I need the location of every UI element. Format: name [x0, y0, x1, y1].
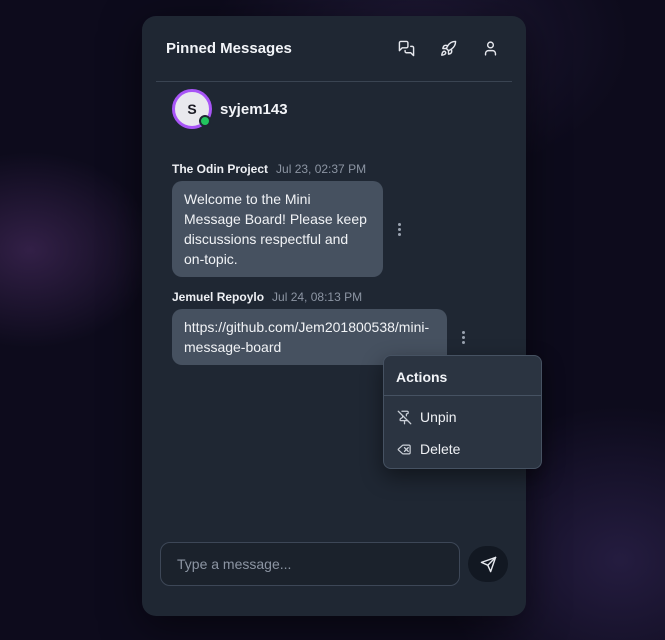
- message-author: Jemuel Repoylo: [172, 290, 265, 304]
- online-status-dot: [199, 115, 211, 127]
- delete-icon: [396, 441, 412, 457]
- message-item: Jemuel Repoylo Jul 24, 08:13 PM https://…: [172, 290, 496, 365]
- current-user: S syjem143: [172, 89, 288, 129]
- message-input[interactable]: [160, 542, 460, 586]
- delete-menu-item[interactable]: Delete: [384, 433, 541, 465]
- avatar-initial: S: [187, 101, 197, 117]
- header-actions: [396, 39, 500, 59]
- unpin-label: Unpin: [420, 409, 457, 425]
- pinned-messages-panel: Pinned Messages S syjem143 The Odin Proj…: [142, 16, 526, 616]
- message-composer: [160, 542, 508, 586]
- messages-icon[interactable]: [396, 39, 416, 59]
- more-options-icon[interactable]: [459, 329, 467, 345]
- page-title: Pinned Messages: [166, 40, 292, 57]
- message-timestamp: Jul 23, 02:37 PM: [276, 162, 367, 176]
- avatar[interactable]: S: [172, 89, 212, 129]
- panel-header: Pinned Messages: [156, 16, 512, 82]
- message-timestamp: Jul 24, 08:13 PM: [272, 290, 363, 304]
- message-meta: Jemuel Repoylo Jul 24, 08:13 PM: [172, 290, 496, 304]
- message-list: The Odin Project Jul 23, 02:37 PM Welcom…: [172, 162, 496, 378]
- send-icon: [480, 556, 496, 572]
- message-item: The Odin Project Jul 23, 02:37 PM Welcom…: [172, 162, 496, 277]
- send-button[interactable]: [468, 546, 508, 582]
- message-bubble: Welcome to the Mini Message Board! Pleas…: [172, 181, 383, 277]
- message-meta: The Odin Project Jul 23, 02:37 PM: [172, 162, 496, 176]
- delete-label: Delete: [420, 441, 461, 457]
- unpin-menu-item[interactable]: Unpin: [384, 401, 541, 433]
- message-body: Welcome to the Mini Message Board! Pleas…: [172, 181, 496, 277]
- actions-menu: Actions Unpin Delete: [383, 355, 542, 469]
- rocket-icon[interactable]: [438, 39, 458, 59]
- message-author: The Odin Project: [172, 162, 269, 176]
- username: syjem143: [220, 100, 288, 118]
- actions-menu-title: Actions: [384, 356, 541, 396]
- actions-menu-items: Unpin Delete: [384, 396, 541, 465]
- user-icon[interactable]: [480, 39, 500, 59]
- more-options-icon[interactable]: [395, 221, 403, 237]
- pin-off-icon: [396, 409, 412, 425]
